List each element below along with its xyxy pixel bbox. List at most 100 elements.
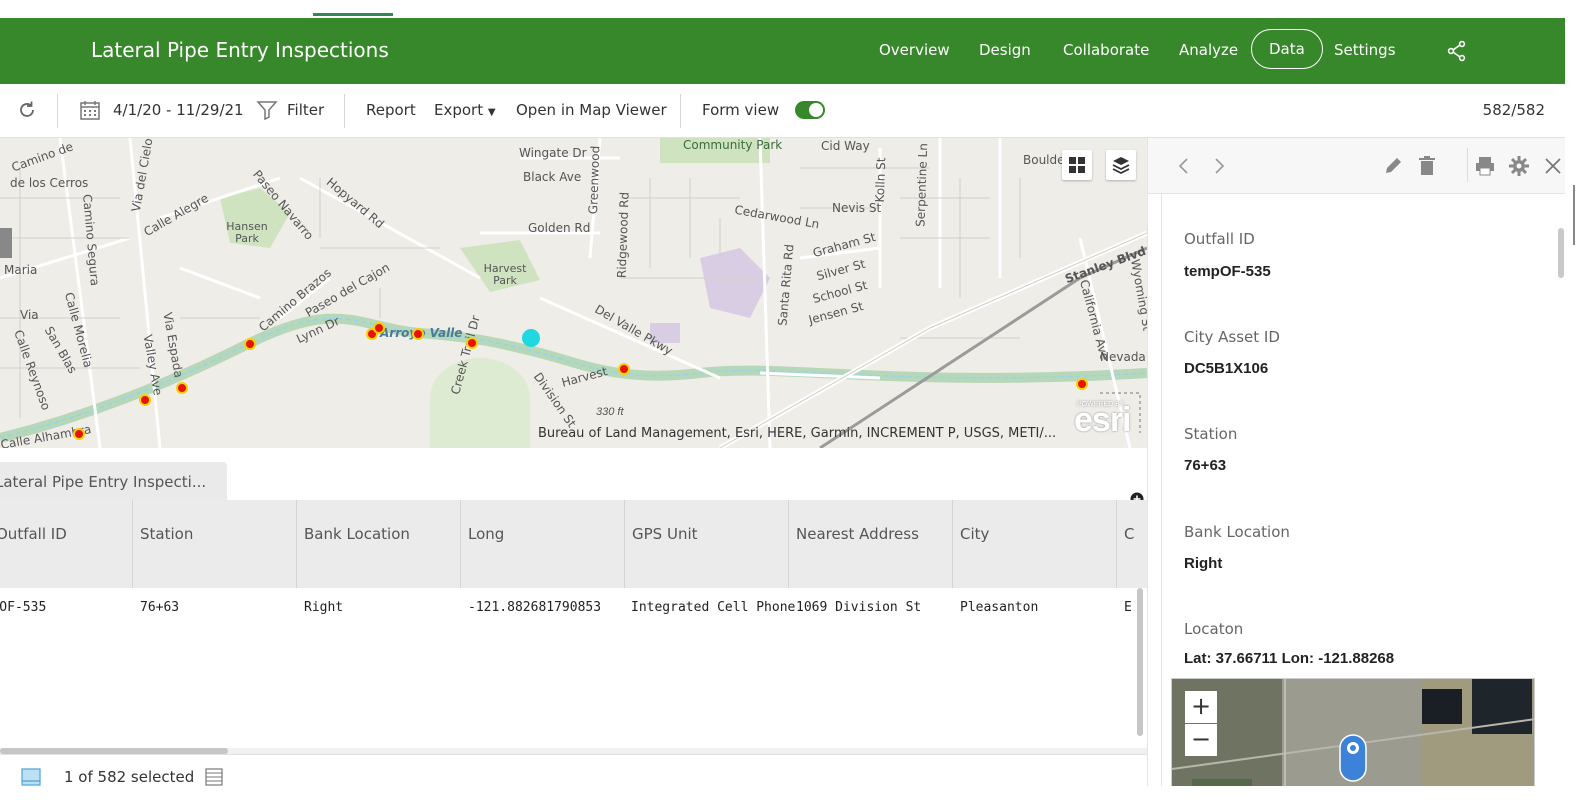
feature-point[interactable] <box>73 428 85 440</box>
map-attribution[interactable]: Bureau of Land Management, Esri, HERE, G… <box>538 426 1056 441</box>
gear-icon[interactable] <box>1508 155 1530 177</box>
previous-icon[interactable] <box>1173 155 1195 177</box>
nav-analyze[interactable]: Analyze <box>1179 41 1238 59</box>
column-header-label: Station <box>140 525 194 543</box>
attribute-table: Lateral Pipe Entry Inspecti... Outfall I… <box>0 448 1147 800</box>
cell-gps-unit: Integrated Cell Phone <box>631 600 796 615</box>
column-header-c[interactable]: C <box>1116 500 1147 588</box>
record-count: 582/582 <box>1482 101 1545 119</box>
filter-icon[interactable] <box>256 99 278 121</box>
location-mini-map[interactable]: + − <box>1171 678 1535 794</box>
feature-point[interactable] <box>1076 378 1088 390</box>
cell-outfall-id: tempOF-535 <box>0 600 47 615</box>
toggle-knob <box>809 103 823 117</box>
nav-design[interactable]: Design <box>979 41 1031 59</box>
feature-point[interactable] <box>244 338 256 350</box>
column-header-city[interactable]: City <box>952 500 1116 588</box>
feature-point[interactable] <box>139 394 151 406</box>
column-header-label: GPS Unit <box>632 525 698 543</box>
calendar-icon[interactable] <box>79 99 101 121</box>
report-button[interactable]: Report <box>366 101 416 119</box>
zoom-in-button[interactable]: + <box>1185 691 1217 723</box>
app-title: Lateral Pipe Entry Inspections <box>91 38 389 62</box>
field-value: DC5B1X106 <box>1184 360 1269 377</box>
layers-button[interactable] <box>1106 150 1136 180</box>
app-header: Lateral Pipe Entry Inspections Overview … <box>0 18 1565 84</box>
feature-point[interactable] <box>412 328 424 340</box>
basemap-gallery-button[interactable] <box>1062 150 1092 180</box>
field-value: Lat: 37.66711 Lon: -121.88268 <box>1184 650 1395 667</box>
feature-point[interactable] <box>618 363 630 375</box>
table-header-row: Outfall ID Station Bank Location Long GP… <box>0 500 1147 588</box>
column-header-label: City <box>960 525 990 543</box>
field-label: Outfall ID <box>1184 230 1255 248</box>
delete-icon[interactable] <box>1416 155 1438 177</box>
form-view-label: Form view <box>702 101 780 119</box>
toolbar-divider <box>1467 148 1468 182</box>
field-value: tempOF-535 <box>1184 263 1271 280</box>
feature-layer <box>73 322 1088 440</box>
data-toolbar: 4/1/20 - 11/29/21 Filter Report Export ▼… <box>0 84 1565 138</box>
show-all-records-icon[interactable] <box>204 767 224 787</box>
share-icon[interactable] <box>1446 40 1468 62</box>
open-map-viewer-button[interactable]: Open in Map Viewer <box>516 101 667 119</box>
edge-line <box>1573 185 1575 245</box>
column-header-outfall-id[interactable]: Outfall ID <box>0 500 132 588</box>
esri-powered-label: POWERED BY <box>1077 401 1125 408</box>
edit-icon[interactable] <box>1382 155 1404 177</box>
nav-collaborate[interactable]: Collaborate <box>1063 41 1149 59</box>
cell-station: 76+63 <box>140 600 180 615</box>
map-view[interactable]: Camino de de los Cerros Via del Cielo Ca… <box>0 138 1147 448</box>
cell-city: Pleasanton <box>960 600 1039 615</box>
field-label: Locaton <box>1184 620 1244 638</box>
feature-point[interactable] <box>176 382 188 394</box>
cell-long: -121.882681790853 <box>468 600 602 615</box>
export-button[interactable]: Export ▼ <box>434 101 496 119</box>
print-icon[interactable] <box>1474 155 1496 177</box>
column-header-label: Long <box>468 525 505 543</box>
active-tab-indicator <box>313 13 393 16</box>
nav-overview[interactable]: Overview <box>879 41 950 59</box>
selection-count: 1 of 582 selected <box>64 768 195 786</box>
location-pin-icon[interactable] <box>1338 733 1368 783</box>
filter-button[interactable]: Filter <box>287 101 324 119</box>
show-selected-icon[interactable] <box>21 767 41 787</box>
vertical-scrollbar[interactable] <box>1137 588 1143 736</box>
panel-scrollbar[interactable] <box>1558 228 1564 278</box>
field-label: Station <box>1184 425 1238 443</box>
column-header-bank-location[interactable]: Bank Location <box>296 500 460 588</box>
table-tab[interactable]: Lateral Pipe Entry Inspecti... <box>0 462 227 500</box>
cell-c: E <box>1124 600 1132 615</box>
layers-icon <box>1112 157 1130 175</box>
nav-settings[interactable]: Settings <box>1334 41 1396 59</box>
selected-feature-point[interactable] <box>522 329 540 347</box>
cell-nearest-address: 1069 Division St <box>796 600 922 615</box>
column-header-label: Outfall ID <box>0 525 67 543</box>
basemap-gallery-icon <box>1069 157 1085 173</box>
column-header-nearest-address[interactable]: Nearest Address <box>788 500 952 588</box>
field-label: City Asset ID <box>1184 328 1280 346</box>
toolbar-divider <box>57 94 58 128</box>
feature-point[interactable] <box>466 337 478 349</box>
top-strip <box>0 0 1594 18</box>
app-window: Lateral Pipe Entry Inspections Overview … <box>0 0 1594 800</box>
column-header-gps-unit[interactable]: GPS Unit <box>624 500 788 588</box>
chevron-down-icon: ▼ <box>487 107 496 118</box>
column-header-station[interactable]: Station <box>132 500 296 588</box>
details-toolbar <box>1148 138 1566 194</box>
nav-data[interactable]: Data <box>1251 29 1323 69</box>
table-row[interactable]: tempOF-535 76+63 Right -121.882681790853… <box>0 588 1147 628</box>
next-icon[interactable] <box>1208 155 1230 177</box>
form-view-toggle[interactable] <box>795 101 825 119</box>
close-icon[interactable] <box>1542 155 1564 177</box>
export-label: Export <box>434 101 484 119</box>
toolbar-divider <box>344 94 345 128</box>
date-range[interactable]: 4/1/20 - 11/29/21 <box>113 101 244 119</box>
scale-label: 330 ft <box>596 406 624 418</box>
feature-point[interactable] <box>373 322 385 334</box>
zoom-out-button[interactable]: − <box>1185 724 1217 756</box>
window-edge <box>1565 0 1594 800</box>
column-header-long[interactable]: Long <box>460 500 624 588</box>
refresh-icon[interactable] <box>16 99 38 121</box>
details-panel: Outfall ID tempOF-535 City Asset ID DC5B… <box>1147 138 1566 800</box>
